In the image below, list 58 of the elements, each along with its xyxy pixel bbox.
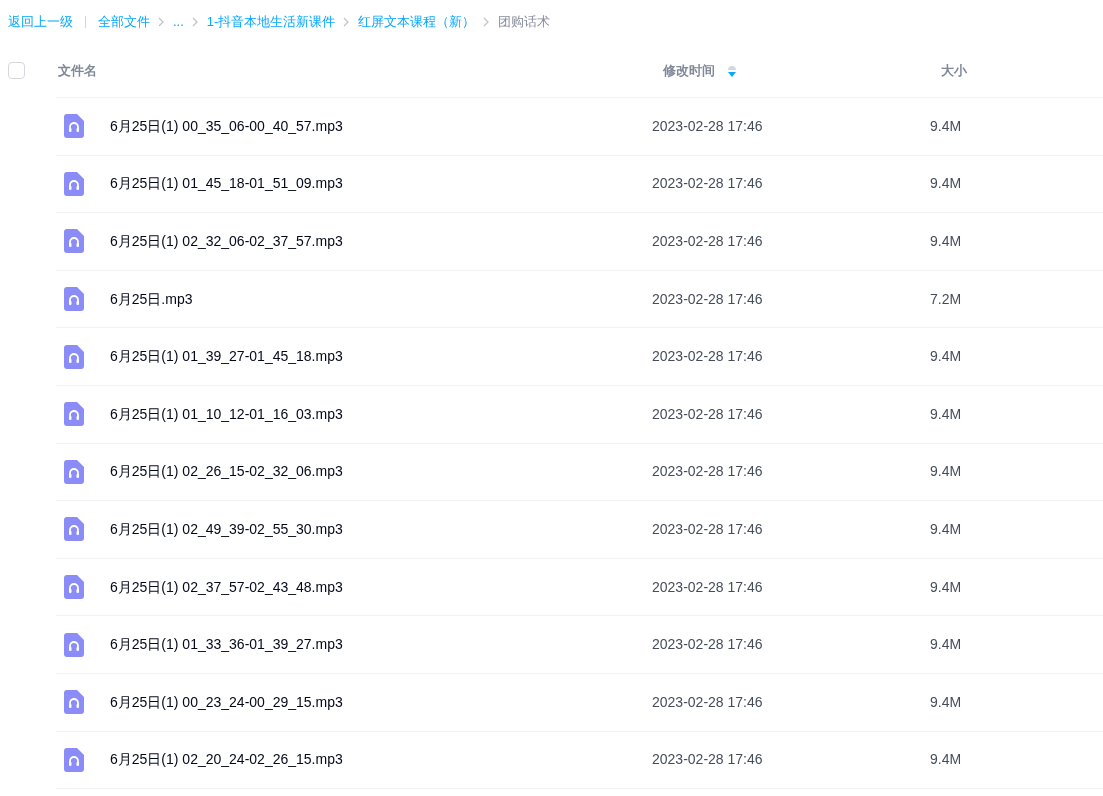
- file-size: 7.2M: [930, 289, 962, 309]
- file-size: 9.4M: [930, 577, 962, 597]
- audio-file-icon: [64, 690, 84, 715]
- audio-file-icon: [64, 747, 84, 772]
- file-size: 9.4M: [930, 635, 962, 655]
- file-name[interactable]: 6月25日(1) 01_10_12-01_16_03.mp3: [110, 403, 652, 425]
- audio-file-icon: [64, 287, 84, 312]
- audio-file-icon: [64, 459, 84, 484]
- breadcrumb-link[interactable]: 团购话术: [498, 12, 551, 32]
- file-size: 9.4M: [930, 404, 962, 424]
- audio-file-icon: [64, 632, 84, 657]
- file-name[interactable]: 6月25日(1) 02_37_57-02_43_48.mp3: [110, 576, 652, 598]
- file-name[interactable]: 6月25日(1) 01_45_18-01_51_09.mp3: [110, 173, 652, 195]
- modified-time: 2023-02-28 17:46: [652, 635, 764, 655]
- audio-file-icon: [64, 402, 84, 427]
- modified-time: 2023-02-28 17:46: [652, 289, 764, 309]
- chevron-icon: [483, 17, 491, 27]
- file-name[interactable]: 6月25日(1) 01_33_36-01_39_27.mp3: [110, 634, 652, 656]
- modified-time: 2023-02-28 17:46: [652, 692, 764, 712]
- file-size: 9.4M: [930, 347, 962, 367]
- audio-file-icon: [64, 171, 84, 196]
- file-name[interactable]: 6月25日(1) 02_26_15-02_32_06.mp3: [110, 461, 652, 483]
- audio-file-icon: [64, 517, 84, 542]
- column-header[interactable]: 大小: [941, 60, 967, 81]
- modified-time: 2023-02-28 17:46: [652, 347, 764, 367]
- modified-time: 2023-02-28 17:46: [652, 404, 764, 424]
- file-size: 9.4M: [930, 116, 962, 136]
- file-size: 9.4M: [930, 174, 962, 194]
- file-name[interactable]: 6月25日(1) 00_35_06-00_40_57.mp3: [110, 115, 652, 137]
- modified-time: 2023-02-28 17:46: [652, 519, 764, 539]
- modified-time: 2023-02-28 17:46: [652, 116, 764, 136]
- file-size: 9.4M: [930, 519, 962, 539]
- audio-file-icon: [64, 114, 84, 139]
- chevron-icon: [343, 17, 351, 27]
- chevron-icon: [158, 17, 165, 27]
- audio-file-icon: [64, 344, 84, 369]
- chevron-icon: [191, 17, 199, 27]
- modified-time: 2023-02-28 17:46: [652, 750, 764, 770]
- column-header[interactable]: 文件名: [58, 60, 97, 81]
- file-size: 9.4M: [930, 750, 962, 770]
- audio-file-icon: [64, 575, 84, 600]
- modified-time: 2023-02-28 17:46: [652, 577, 764, 597]
- file-size: 9.4M: [930, 232, 962, 251]
- file-name[interactable]: 6月25日(1) 02_49_39-02_55_30.mp3: [110, 518, 652, 540]
- file-name[interactable]: 6月25日(1) 02_32_06-02_37_57.mp3: [110, 231, 652, 252]
- file-size: 9.4M: [930, 692, 962, 712]
- file-name[interactable]: 6月25日(1) 02_20_24-02_26_15.mp3: [110, 749, 652, 771]
- file-name[interactable]: 6月25日.mp3: [110, 288, 652, 310]
- column-header[interactable]: 修改时间: [663, 60, 715, 81]
- file-name[interactable]: 6月25日(1) 01_39_27-01_45_18.mp3: [110, 346, 652, 368]
- sort-icon[interactable]: [727, 63, 737, 78]
- select-all-checkbox[interactable]: [8, 62, 25, 79]
- modified-time: 2023-02-28 17:46: [652, 174, 764, 194]
- audio-file-icon: [64, 229, 84, 254]
- modified-time: 2023-02-28 17:46: [652, 462, 764, 482]
- file-size: 9.4M: [930, 462, 962, 482]
- file-name[interactable]: 6月25日(1) 00_23_24-00_29_15.mp3: [110, 691, 652, 713]
- modified-time: 2023-02-28 17:46: [652, 232, 764, 251]
